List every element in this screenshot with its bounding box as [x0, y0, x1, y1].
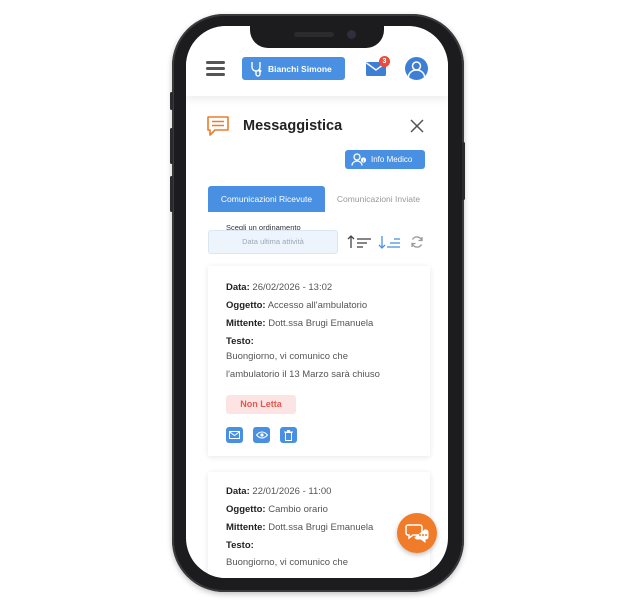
page-title: Messaggistica — [243, 118, 343, 134]
sort-descending-icon[interactable] — [378, 235, 403, 254]
message-date: Data: 22/01/2026 - 11:00 — [226, 486, 332, 497]
phone-volume-up — [170, 128, 173, 164]
chat-bubbles-icon — [405, 524, 429, 543]
mail-badge: 3 — [379, 56, 390, 67]
doctor-info-icon: i — [351, 153, 367, 166]
message-subject: Oggetto: Cambio orario — [226, 504, 328, 515]
tabs: Comunicazioni Ricevute Comunicazioni Inv… — [208, 186, 432, 212]
message-text-label: Testo: — [226, 336, 254, 347]
message-card[interactable]: Data: 22/01/2026 - 11:00 Oggetto: Cambio… — [208, 472, 430, 578]
refresh-icon[interactable] — [410, 235, 424, 254]
reply-mail-icon[interactable] — [226, 427, 243, 443]
phone-silent-switch — [170, 92, 173, 110]
message-text: Buongiorno, vi comunico che l'ambulatori… — [226, 351, 380, 380]
phone-volume-down — [170, 176, 173, 212]
doctor-name: Bianchi Simone — [268, 63, 332, 74]
title-row: Messaggistica — [186, 114, 448, 144]
tab-comunicazioni-inviate[interactable]: Comunicazioni Inviate — [325, 186, 432, 212]
message-card[interactable]: Data: 26/02/2026 - 13:02 Oggetto: Access… — [208, 266, 430, 456]
info-medico-button[interactable]: i Info Medico — [345, 150, 425, 169]
svg-text:i: i — [363, 158, 364, 163]
chat-fab-button[interactable] — [397, 513, 437, 553]
sort-ascending-icon[interactable] — [347, 235, 372, 254]
delete-trash-icon[interactable] — [280, 427, 297, 443]
message-text-label: Testo: — [226, 540, 254, 551]
close-icon[interactable] — [410, 119, 424, 133]
user-avatar-icon[interactable] — [405, 57, 428, 80]
stethoscope-icon — [251, 61, 262, 77]
view-eye-icon[interactable] — [253, 427, 270, 443]
message-icon — [207, 116, 229, 136]
menu-icon[interactable] — [206, 61, 225, 76]
tab-comunicazioni-ricevute[interactable]: Comunicazioni Ricevute — [208, 186, 325, 212]
sort-select[interactable]: Data ultima attività — [208, 230, 338, 254]
phone-power-button — [462, 142, 465, 200]
doctor-button[interactable]: Bianchi Simone — [242, 57, 345, 80]
phone-notch — [250, 22, 384, 48]
info-medico-label: Info Medico — [371, 155, 413, 164]
message-text: Buongiorno, vi comunico che — [226, 557, 348, 568]
message-subject: Oggetto: Accesso all'ambulatorio — [226, 300, 368, 311]
message-sender: Mittente: Dott.ssa Brugi Emanuela — [226, 318, 374, 329]
message-date: Data: 26/02/2026 - 13:02 — [226, 282, 333, 293]
message-sender: Mittente: Dott.ssa Brugi Emanuela — [226, 522, 374, 533]
status-badge: Non Letta — [226, 395, 296, 414]
phone-screen: Bianchi Simone 3 Messaggistica i Info Me… — [186, 26, 448, 578]
